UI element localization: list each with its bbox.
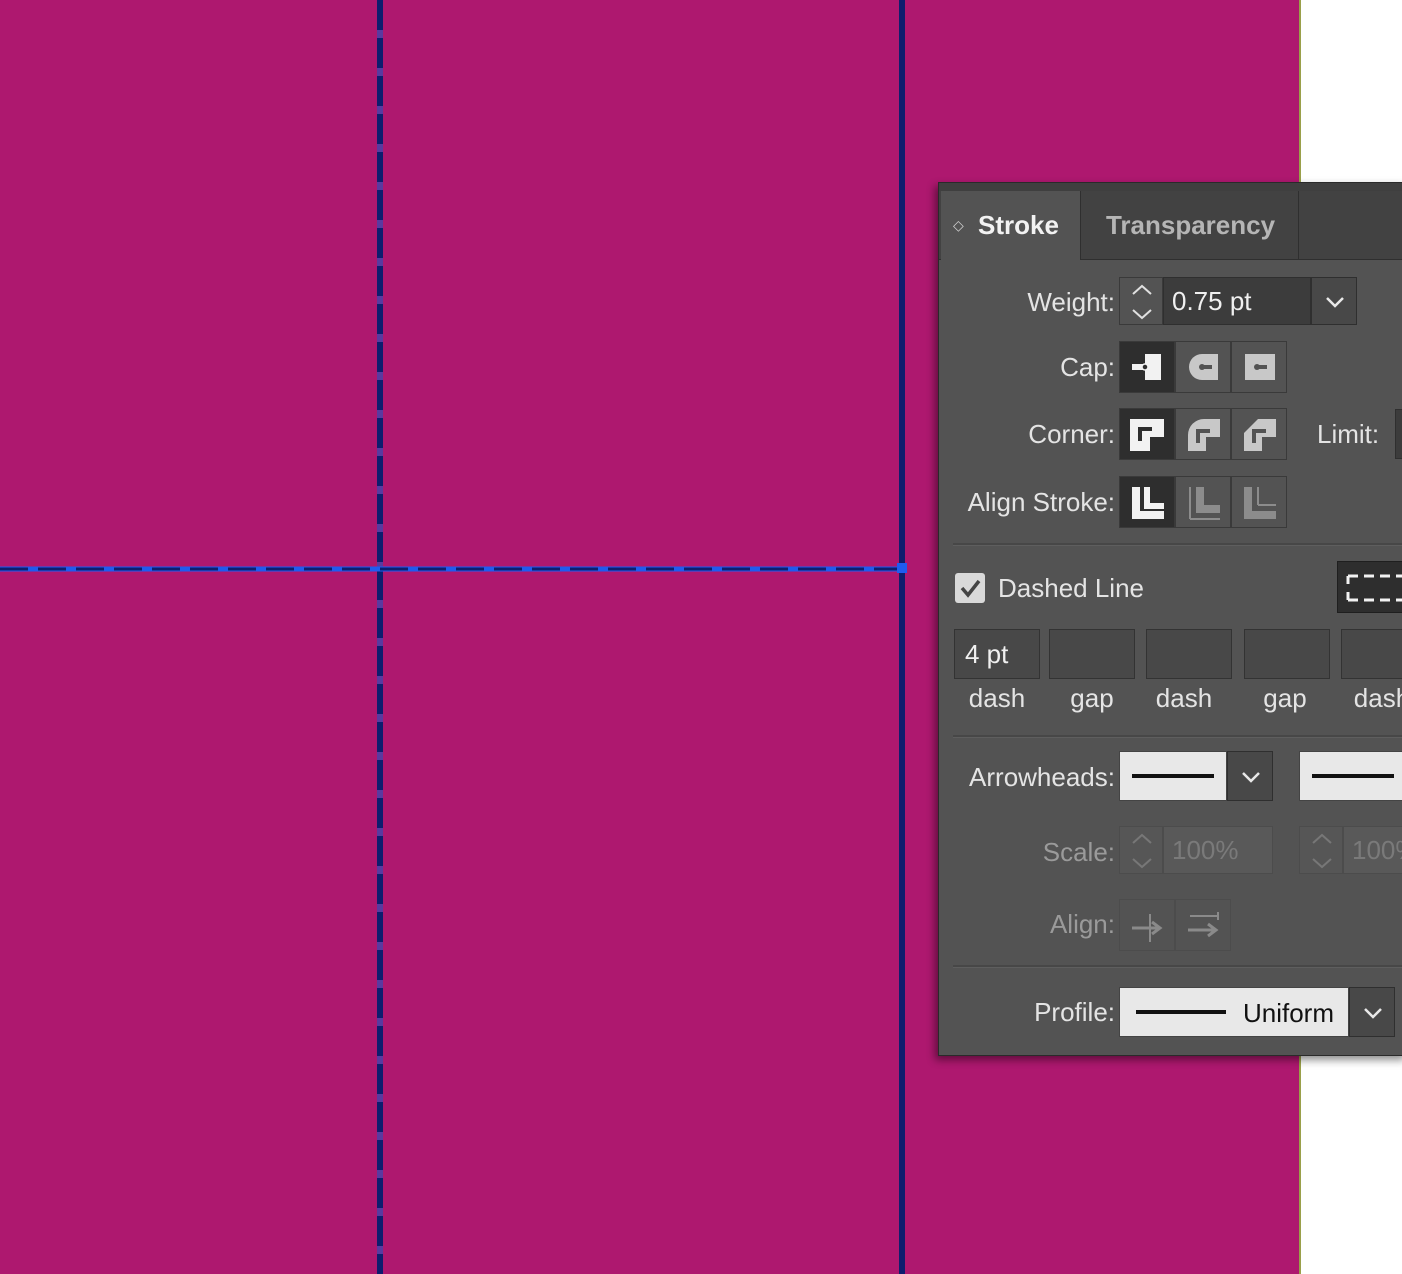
- scale-end-input[interactable]: 100%: [1343, 826, 1402, 874]
- gap-1-input[interactable]: [1049, 629, 1135, 679]
- gap-2-input[interactable]: [1244, 629, 1330, 679]
- line-preview-icon: [1312, 774, 1394, 778]
- checkmark-icon: [960, 579, 981, 598]
- dash-2-input[interactable]: [1146, 629, 1232, 679]
- arrowheads-label: Arrowheads:: [969, 762, 1115, 792]
- profile-value: Uniform: [1242, 998, 1334, 1028]
- scale-label: Scale:: [1042, 837, 1115, 867]
- stepper-arrows-icon: [1312, 833, 1332, 869]
- section-divider: [953, 735, 1402, 738]
- arrow-tip-beyond-end-button[interactable]: [1119, 899, 1175, 951]
- butt-cap-icon: [1132, 354, 1161, 380]
- profile-label: Profile:: [1034, 997, 1115, 1027]
- align-stroke-inside-icon: [1189, 487, 1220, 520]
- dash-2-label: dash: [1155, 683, 1213, 713]
- arrow-tip-at-end-icon: [1188, 912, 1219, 938]
- arrowhead-end-select[interactable]: [1299, 751, 1402, 801]
- panel-drag-bar[interactable]: [939, 183, 1402, 191]
- tab-transparency-label: Transparency: [1105, 210, 1276, 240]
- miter-join-button[interactable]: [1119, 408, 1175, 460]
- miter-join-icon: [1130, 419, 1164, 451]
- align-stroke-inside-button[interactable]: [1175, 476, 1231, 528]
- round-join-button[interactable]: [1175, 408, 1231, 460]
- arrowhead-start-dropdown-button[interactable]: [1227, 751, 1273, 801]
- profile-select[interactable]: Uniform: [1119, 987, 1349, 1037]
- dashed-line-label: Dashed Line: [998, 573, 1144, 603]
- tab-stroke[interactable]: ◇ Stroke: [941, 191, 1081, 260]
- dash-preserve-corners-button[interactable]: [1337, 561, 1402, 613]
- cap-label: Cap:: [1060, 352, 1115, 382]
- stepper-arrows-icon: [1132, 284, 1152, 320]
- butt-cap-button[interactable]: [1119, 341, 1175, 393]
- projecting-cap-button[interactable]: [1231, 341, 1287, 393]
- align-stroke-outside-button[interactable]: [1231, 476, 1287, 528]
- corner-label: Corner:: [1028, 419, 1115, 449]
- projecting-cap-icon: [1245, 354, 1275, 380]
- round-cap-button[interactable]: [1175, 341, 1231, 393]
- round-cap-icon: [1189, 354, 1218, 380]
- scale-end-stepper[interactable]: [1299, 826, 1343, 874]
- limit-input[interactable]: [1395, 409, 1402, 459]
- panel-tab-bar: ◇ Stroke Transparency: [939, 191, 1402, 260]
- dash-corner-alignment-icon: [1346, 574, 1402, 602]
- section-divider: [953, 543, 1402, 546]
- align-stroke-center-icon: [1132, 487, 1164, 519]
- align-stroke-label: Align Stroke:: [967, 487, 1115, 517]
- collapse-toggle-icon[interactable]: ◇: [953, 191, 964, 259]
- dash-3-input[interactable]: [1341, 629, 1402, 679]
- arrow-tip-beyond-icon: [1132, 914, 1163, 942]
- chevron-down-icon: [1242, 772, 1260, 783]
- bevel-join-button[interactable]: [1231, 408, 1287, 460]
- gap-1-label: gap: [1070, 683, 1114, 713]
- arrowhead-start-select[interactable]: [1119, 751, 1227, 801]
- tab-transparency[interactable]: Transparency: [1083, 191, 1299, 259]
- profile-dropdown-button[interactable]: [1349, 987, 1395, 1037]
- section-divider: [953, 965, 1402, 968]
- align-stroke-center-button[interactable]: [1119, 476, 1175, 528]
- uniform-profile-icon: [1136, 1010, 1226, 1014]
- weight-dropdown-button[interactable]: [1311, 277, 1357, 325]
- scale-start-input[interactable]: 100%: [1163, 826, 1273, 874]
- align-label: Align:: [1049, 909, 1115, 939]
- dash-3-label: dash: [1353, 683, 1402, 713]
- chevron-down-icon: [1364, 1008, 1382, 1019]
- bevel-join-icon: [1244, 419, 1276, 451]
- path-anchor-point[interactable]: [897, 563, 907, 573]
- weight-input[interactable]: 0.75 pt: [1163, 277, 1311, 325]
- tab-stroke-label: Stroke: [978, 210, 1059, 240]
- limit-label: Limit:: [1317, 419, 1380, 449]
- gap-2-label: gap: [1263, 683, 1307, 713]
- scale-start-stepper[interactable]: [1119, 826, 1163, 874]
- weight-label: Weight:: [1027, 287, 1115, 317]
- dash-1-input[interactable]: 4 pt: [954, 629, 1040, 679]
- chevron-down-icon: [1326, 297, 1344, 308]
- weight-stepper[interactable]: [1119, 277, 1163, 325]
- dashed-line-checkbox[interactable]: [955, 573, 985, 603]
- stepper-arrows-icon: [1132, 833, 1152, 869]
- arrow-tip-at-end-button[interactable]: [1175, 899, 1231, 951]
- stroke-panel: ◇ Stroke Transparency Weight: 0.75 pt Ca…: [938, 182, 1402, 1056]
- align-stroke-outside-icon: [1244, 487, 1276, 519]
- round-join-icon: [1188, 419, 1220, 451]
- dash-1-label: dash: [968, 683, 1026, 713]
- line-preview-icon: [1132, 774, 1214, 778]
